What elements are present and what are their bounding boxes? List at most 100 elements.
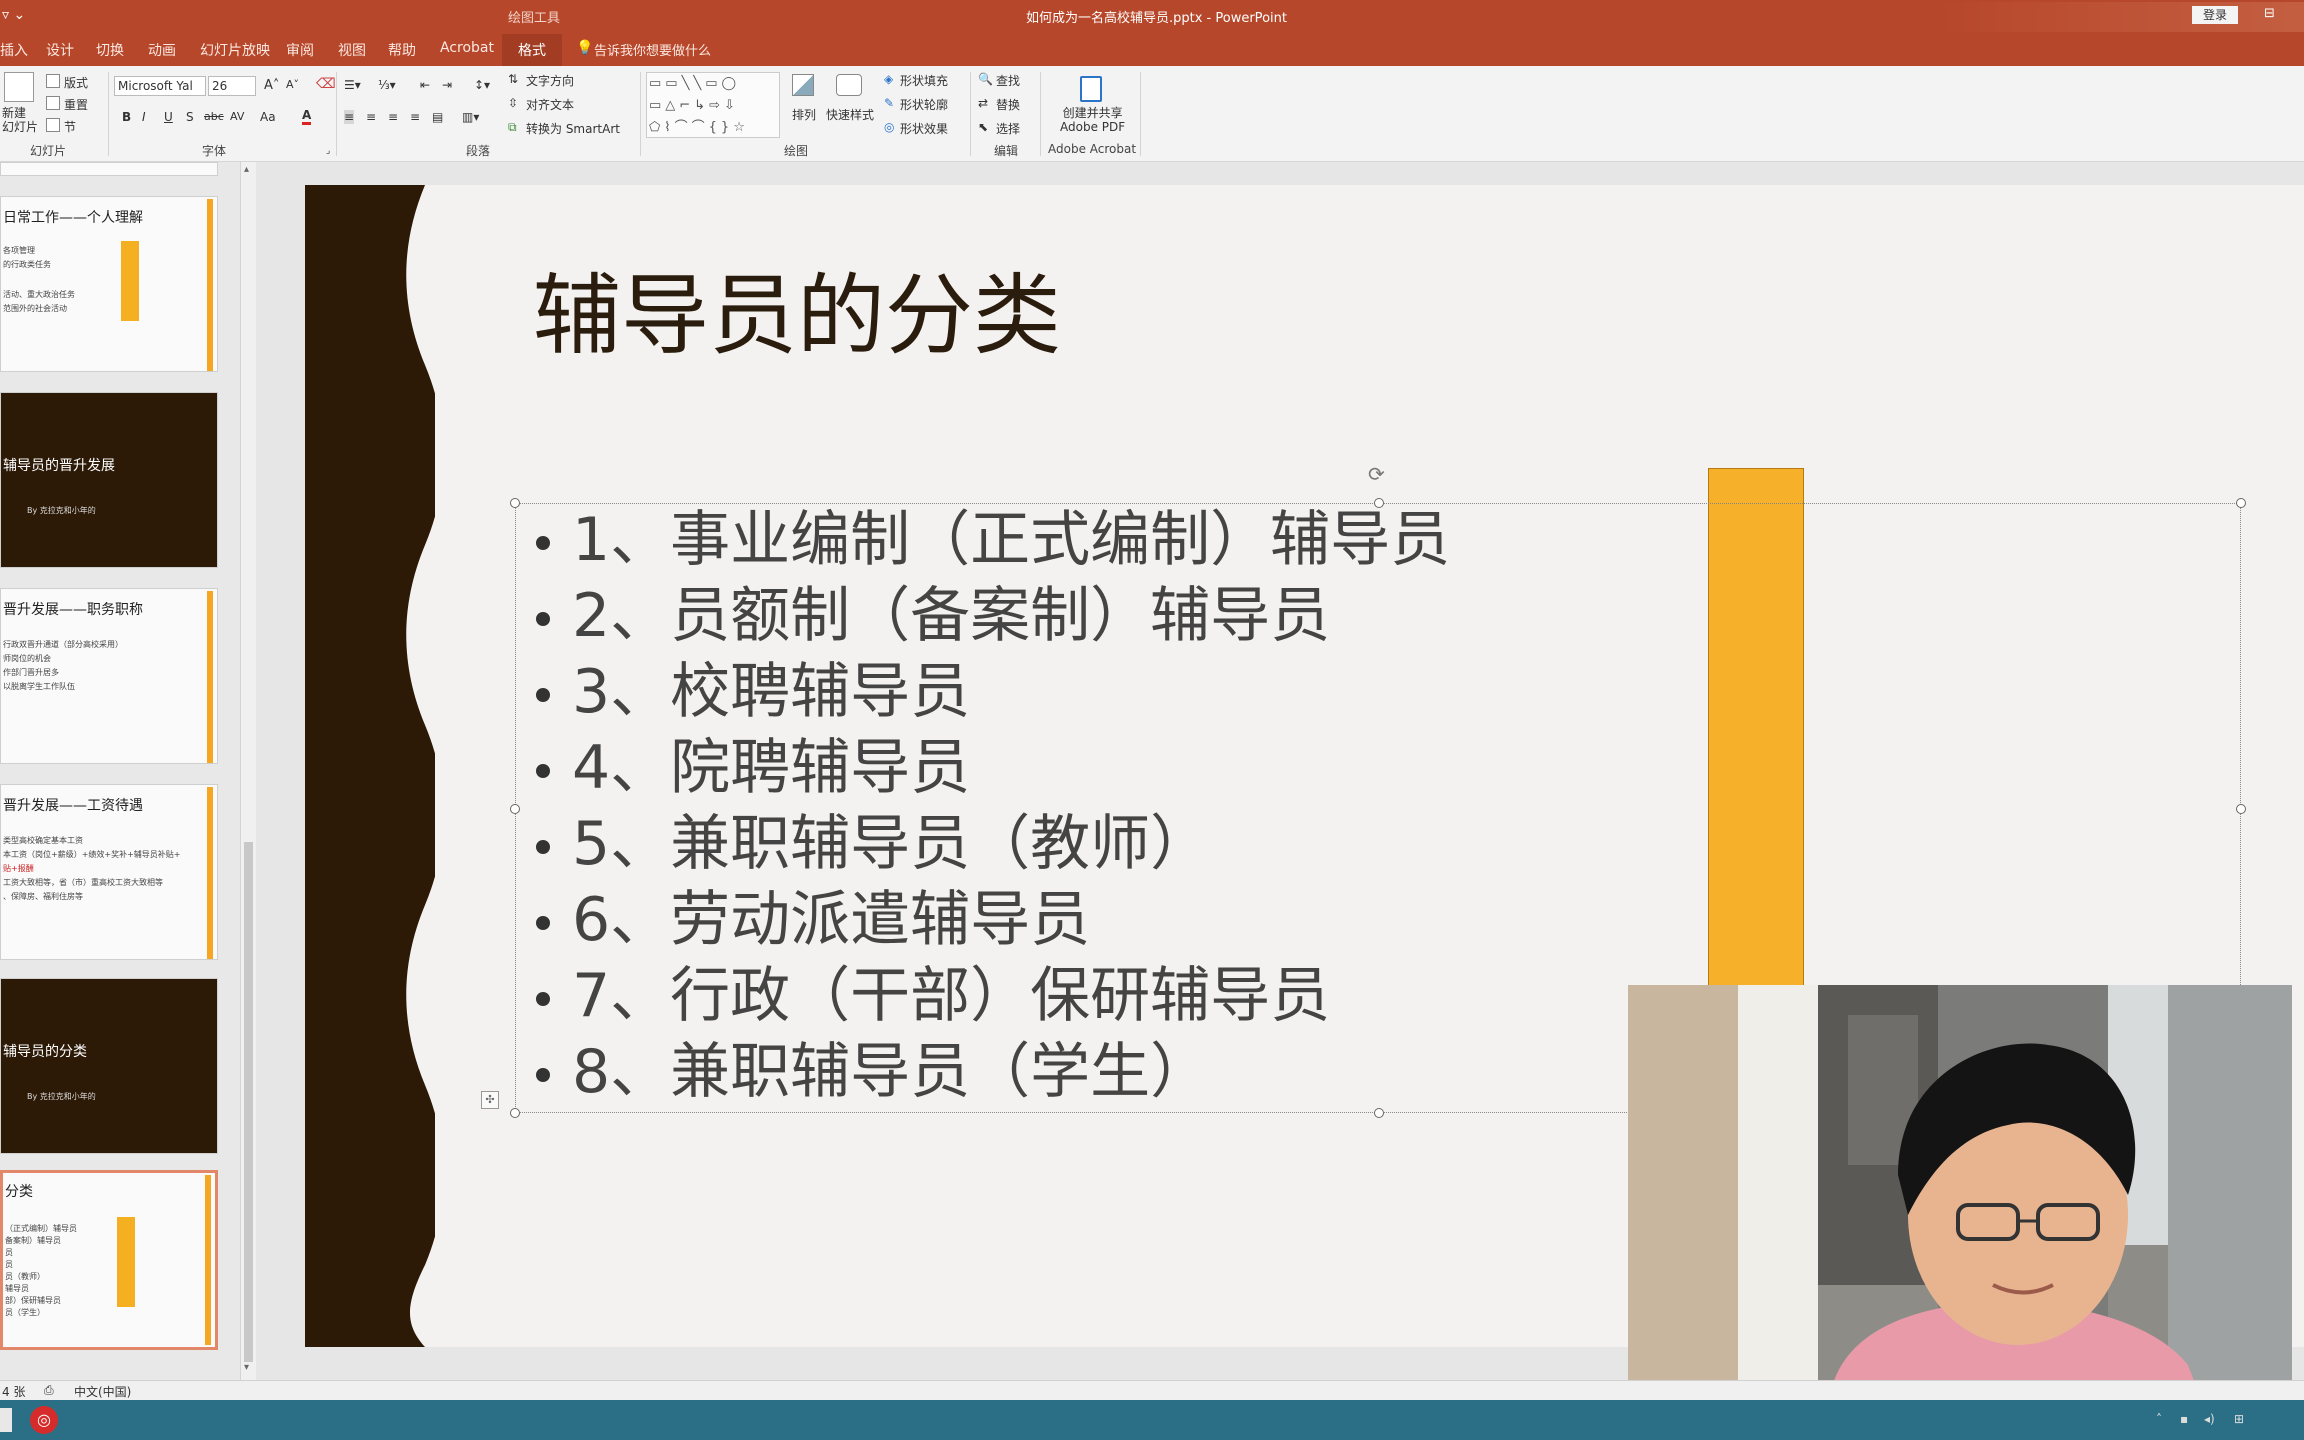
grow-font-icon[interactable]: A˄	[264, 78, 279, 93]
create-pdf-button[interactable]: 创建并共享 Adobe PDF	[1060, 106, 1125, 134]
tray-ime-icon[interactable]: ⊞	[2234, 1412, 2244, 1426]
bullet-item[interactable]: 2、员额制（备案制）辅导员	[536, 578, 1330, 654]
acrobat-group-label: Adobe Acrobat	[1048, 142, 1137, 156]
autofit-options-icon[interactable]: ✣	[481, 1091, 499, 1109]
tab-slideshow[interactable]: 幻灯片放映	[200, 40, 270, 60]
bullet-item[interactable]: 7、行政（干部）保研辅导员	[536, 958, 1330, 1034]
shapes-gallery[interactable]: ▭▭╲╲▭◯ ▭△⌐↳⇨⇩ ⬠⌇⌒⌒{}☆	[646, 72, 780, 138]
layout-button[interactable]: 版式	[64, 74, 88, 91]
slide-thumbnail-selected[interactable]: 分类 （正式编制）辅导员 备案制）辅导员 员 员 员（教师） 辅导员 部）保研辅…	[0, 1170, 218, 1350]
quick-access-toolbar[interactable]: ▿ ⌄	[2, 7, 25, 23]
quick-styles-icon[interactable]	[836, 74, 862, 96]
font-name-box[interactable]: Microsoft Yal	[114, 76, 206, 96]
resize-handle[interactable]	[2236, 498, 2246, 508]
numbering-icon[interactable]: ⅓▾	[378, 78, 396, 92]
font-dialog-launcher-icon[interactable]: ⌟	[326, 146, 330, 156]
resize-handle[interactable]	[510, 1108, 520, 1118]
bullet-item[interactable]: 4、院聘辅导员	[536, 730, 970, 806]
shadow-button[interactable]: S	[186, 110, 194, 124]
select-button[interactable]: 选择	[996, 120, 1020, 137]
slide-thumbnail[interactable]: 晋升发展——工资待遇 类型高校确定基本工资 本工资（岗位+薪级）+绩效+奖补+辅…	[0, 784, 218, 960]
arrange-icon[interactable]	[792, 74, 814, 96]
bullet-item[interactable]: 6、劳动派遣辅导员	[536, 882, 1090, 958]
shape-effects-button[interactable]: 形状效果	[900, 120, 948, 137]
scroll-thumb[interactable]	[244, 842, 253, 1362]
resize-handle[interactable]	[2236, 804, 2246, 814]
slide-thumbnail[interactable]: 日常工作——个人理解 各项管理 的行政类任务 活动、重大政治任务 范围外的社会活…	[0, 196, 218, 372]
tray-chevron-icon[interactable]: ˄	[2156, 1412, 2162, 1426]
section-button[interactable]: 节	[64, 118, 76, 135]
slide-title[interactable]: 辅导员的分类	[533, 245, 1061, 372]
line-spacing-icon[interactable]: ↕▾	[474, 78, 490, 92]
align-left-icon[interactable]: ≡	[344, 110, 355, 124]
find-button[interactable]: 查找	[996, 72, 1020, 89]
quick-styles-button[interactable]: 快速样式	[826, 106, 874, 123]
columns-icon[interactable]: ▥▾	[462, 110, 479, 124]
contextual-tab-group: 绘图工具	[508, 11, 561, 26]
tab-animations[interactable]: 动画	[148, 40, 176, 60]
thumbnail-scrollbar[interactable]: ▴ ▾	[240, 162, 256, 1380]
bullet-item[interactable]: 5、兼职辅导员（教师）	[536, 806, 1210, 882]
ribbon-display-options-icon[interactable]: ⊟	[2264, 6, 2275, 21]
create-pdf-icon[interactable]	[1080, 76, 1102, 102]
new-slide-button[interactable]: 新建 幻灯片	[2, 106, 38, 134]
justify-icon[interactable]: ≡	[410, 110, 420, 124]
shape-outline-button[interactable]: 形状轮廓	[900, 96, 948, 113]
resize-handle[interactable]	[510, 498, 520, 508]
login-button[interactable]: 登录	[2192, 6, 2238, 24]
tray-volume-icon[interactable]: ◂)	[2204, 1412, 2215, 1426]
new-slide-icon[interactable]	[4, 72, 34, 102]
reset-button[interactable]: 重置	[64, 96, 88, 113]
slide-thumbnail[interactable]: 晋升发展——职务职称 行政双晋升通道（部分高校采用） 师岗位的机会 作部门晋升居…	[0, 588, 218, 764]
netease-music-icon[interactable]: ◎	[30, 1406, 58, 1434]
align-right-icon[interactable]: ≡	[388, 110, 398, 124]
clear-format-icon[interactable]: ⌫	[316, 76, 336, 92]
smartart-button[interactable]: 转换为 SmartArt	[526, 120, 620, 137]
bullet-item[interactable]: 8、兼职辅导员（学生）	[536, 1034, 1210, 1110]
align-center-icon[interactable]: ≡	[366, 110, 376, 124]
tray-network-icon[interactable]: ▪	[2180, 1412, 2188, 1426]
tab-review[interactable]: 审阅	[286, 40, 314, 60]
increase-indent-icon[interactable]: ⇥	[442, 78, 452, 92]
bullet-item[interactable]: 1、事业编制（正式编制）辅导员	[536, 502, 1450, 578]
slide-thumbnail-partial[interactable]	[0, 162, 218, 176]
underline-button[interactable]: U	[164, 110, 173, 124]
tell-me-search[interactable]: 告诉我你想要做什么	[594, 40, 711, 59]
tab-acrobat[interactable]: Acrobat	[440, 40, 494, 56]
spellcheck-icon[interactable]: ⎙	[44, 1383, 54, 1398]
font-color-icon[interactable]: A	[302, 108, 312, 125]
find-icon: 🔍	[978, 72, 993, 86]
shrink-font-icon[interactable]: A˅	[286, 78, 299, 91]
spacing-button[interactable]: AV	[230, 110, 244, 123]
slide-thumbnail[interactable]: 辅导员的晋升发展 By 克拉克和小年的	[0, 392, 218, 568]
tab-transitions[interactable]: 切换	[96, 40, 124, 60]
tab-design[interactable]: 设计	[46, 40, 74, 60]
resize-handle[interactable]	[1374, 1108, 1384, 1118]
change-case-button[interactable]: Aa	[260, 110, 276, 124]
slide-thumbnail[interactable]: 辅导员的分类 By 克拉克和小年的	[0, 978, 218, 1154]
bullet-item[interactable]: 3、校聘辅导员	[536, 654, 970, 730]
text-direction-button[interactable]: 文字方向	[526, 72, 574, 89]
taskbar-app-icon[interactable]	[0, 1408, 12, 1432]
align-text-button[interactable]: 对齐文本	[526, 96, 574, 113]
strike-button[interactable]: abc	[204, 110, 224, 123]
rotate-handle-icon[interactable]: ⟳	[1368, 462, 1385, 486]
tab-insert[interactable]: 插入	[0, 40, 28, 60]
font-size-box[interactable]: 26	[208, 76, 256, 96]
resize-handle[interactable]	[510, 804, 520, 814]
scroll-up-icon[interactable]: ▴	[244, 164, 249, 175]
tab-help[interactable]: 帮助	[388, 40, 416, 60]
scroll-down-icon[interactable]: ▾	[244, 1362, 249, 1373]
bold-button[interactable]: B	[122, 110, 131, 124]
tab-view[interactable]: 视图	[338, 40, 366, 60]
decrease-indent-icon[interactable]: ⇤	[420, 78, 430, 92]
language-indicator[interactable]: 中文(中国)	[74, 1383, 131, 1400]
distributed-icon[interactable]: ▤	[432, 110, 443, 124]
status-bar: 4 张 ⎙ 中文(中国)	[0, 1380, 2304, 1400]
replace-button[interactable]: 替换	[996, 96, 1020, 113]
italic-button[interactable]: I	[142, 110, 146, 124]
shape-fill-button[interactable]: 形状填充	[900, 72, 948, 89]
bullets-icon[interactable]: ☰▾	[344, 78, 361, 92]
tab-format[interactable]: 格式	[518, 40, 546, 60]
arrange-button[interactable]: 排列	[792, 106, 816, 123]
